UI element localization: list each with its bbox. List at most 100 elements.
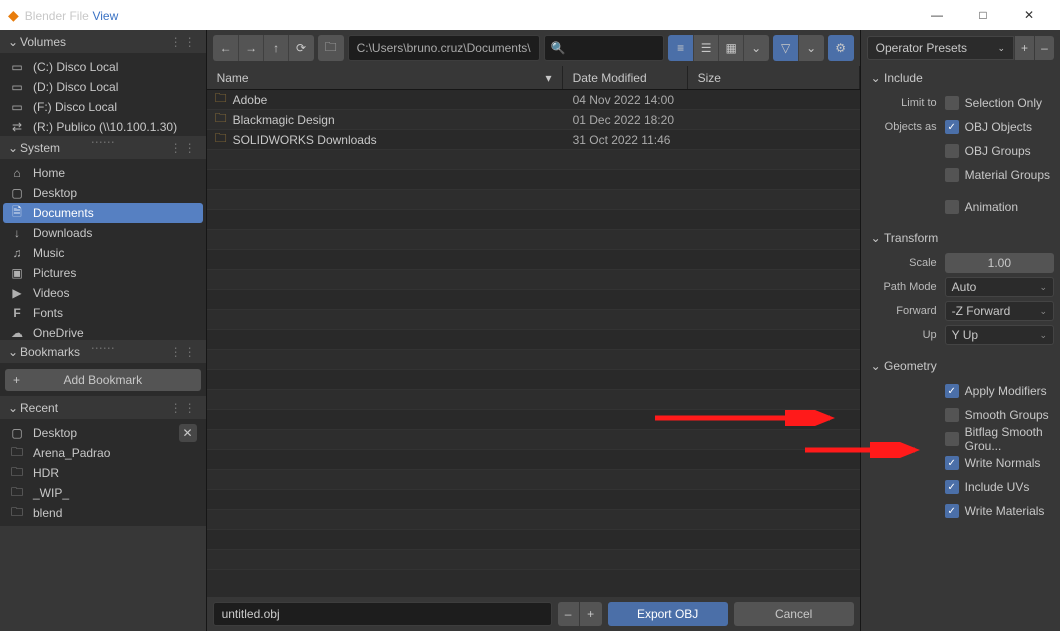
folder-icon: 🗀 bbox=[9, 443, 25, 464]
system-item-videos[interactable]: ▶Videos bbox=[3, 283, 203, 303]
system-item-downloads[interactable]: ↓Downloads bbox=[3, 223, 203, 243]
export-button[interactable]: Export OBJ bbox=[608, 602, 728, 626]
write-normals-checkbox[interactable] bbox=[945, 456, 959, 470]
include-header[interactable]: ⌄ Include bbox=[861, 66, 1060, 90]
forward-select[interactable]: -Z Forward⌄ bbox=[945, 301, 1054, 321]
minimize-button[interactable]: — bbox=[914, 0, 960, 30]
recent-item[interactable]: 🗀Arena_Padrao bbox=[3, 443, 203, 463]
grip-icon[interactable]: ⋮⋮ bbox=[170, 141, 198, 155]
search-input[interactable]: 🔍 bbox=[544, 35, 664, 61]
netdrive-icon: ⇄ bbox=[9, 120, 25, 134]
preset-add-button[interactable]: + bbox=[1014, 36, 1034, 60]
bookmarks-body: + Add Bookmark bbox=[0, 364, 206, 396]
include-uvs-checkbox[interactable] bbox=[945, 480, 959, 494]
cancel-button[interactable]: Cancel bbox=[734, 602, 854, 626]
settings-button[interactable]: ⚙ bbox=[828, 35, 854, 61]
nav-forward-button[interactable]: → bbox=[238, 35, 264, 61]
annotation-arrow bbox=[805, 442, 925, 458]
path-input[interactable]: C:\Users\bruno.cruz\Documents\ bbox=[348, 35, 540, 61]
transform-header[interactable]: ⌄ Transform bbox=[861, 226, 1060, 250]
column-date[interactable]: Date Modified bbox=[563, 66, 688, 89]
objects-as-label: Objects as bbox=[867, 121, 945, 133]
selection-only-checkbox[interactable] bbox=[945, 96, 959, 110]
file-row[interactable]: 🗀Adobe04 Nov 2022 14:00 bbox=[207, 90, 860, 110]
grip-icon[interactable]: ⋮⋮ bbox=[170, 35, 198, 49]
recent-item[interactable]: 🗀_WIP_ bbox=[3, 483, 203, 503]
recent-item[interactable]: ▢Desktop✕ bbox=[3, 423, 203, 443]
smooth-groups-checkbox[interactable] bbox=[945, 408, 959, 422]
recent-list: ▢Desktop✕ 🗀Arena_Padrao 🗀HDR 🗀_WIP_ 🗀ble… bbox=[0, 420, 206, 526]
geometry-header[interactable]: ⌄ Geometry bbox=[861, 354, 1060, 378]
chevron-down-icon: ⌄ bbox=[871, 231, 881, 245]
file-row[interactable]: 🗀Blackmagic Design01 Dec 2022 18:20 bbox=[207, 110, 860, 130]
folder-icon: 🗀 bbox=[9, 463, 25, 484]
increment-button[interactable]: + bbox=[580, 602, 602, 626]
selection-only-label: Selection Only bbox=[965, 96, 1042, 110]
decrement-button[interactable]: – bbox=[558, 602, 580, 626]
animation-checkbox[interactable] bbox=[945, 200, 959, 214]
transform-body: Scale1.00 Path ModeAuto⌄ Forward-Z Forwa… bbox=[861, 250, 1060, 354]
volume-item[interactable]: ⇄(R:) Publico (\\10.100.1.30) bbox=[3, 117, 203, 137]
annotation-arrow bbox=[655, 410, 840, 426]
view-list-button[interactable]: ≡ bbox=[668, 35, 694, 61]
system-item-home[interactable]: ⌂Home bbox=[3, 163, 203, 183]
system-item-music[interactable]: ♫Music bbox=[3, 243, 203, 263]
operator-presets-select[interactable]: Operator Presets⌄ bbox=[867, 36, 1014, 60]
file-row[interactable]: 🗀SOLIDWORKS Downloads31 Oct 2022 11:46 bbox=[207, 130, 860, 150]
filename-input[interactable]: untitled.obj bbox=[213, 602, 552, 626]
music-icon: ♫ bbox=[9, 246, 25, 260]
grip-icon[interactable]: ⋮⋮ bbox=[170, 345, 198, 359]
write-materials-label: Write Materials bbox=[965, 504, 1045, 518]
obj-objects-checkbox[interactable] bbox=[945, 120, 959, 134]
nav-up-button[interactable]: ↑ bbox=[263, 35, 289, 61]
grip-icon[interactable]: ⋮⋮ bbox=[170, 401, 198, 415]
path-mode-select[interactable]: Auto⌄ bbox=[945, 277, 1054, 297]
animation-label: Animation bbox=[965, 200, 1018, 214]
system-list: ⌂Home ▢Desktop 🗎Documents ↓Downloads ♫Mu… bbox=[0, 160, 206, 340]
volume-item[interactable]: ▭(F:) Disco Local bbox=[3, 97, 203, 117]
volume-item[interactable]: ▭(D:) Disco Local bbox=[3, 77, 203, 97]
system-item-pictures[interactable]: ▣Pictures bbox=[3, 263, 203, 283]
recent-item[interactable]: 🗀blend bbox=[3, 503, 203, 523]
preset-remove-button[interactable]: – bbox=[1034, 36, 1054, 60]
remove-recent-button[interactable]: ✕ bbox=[179, 424, 197, 442]
forward-label: Forward bbox=[867, 305, 945, 317]
add-bookmark-button[interactable]: + Add Bookmark bbox=[5, 369, 201, 391]
close-button[interactable]: ✕ bbox=[1006, 0, 1052, 30]
folder-icon: 🗀 bbox=[215, 89, 227, 110]
column-size[interactable]: Size bbox=[688, 66, 860, 89]
file-toolbar: ← → ↑ ⟳ 🗀 C:\Users\bruno.cruz\Documents\… bbox=[207, 30, 860, 66]
volume-item[interactable]: ▭(C:) Disco Local bbox=[3, 57, 203, 77]
write-materials-checkbox[interactable] bbox=[945, 504, 959, 518]
view-mode-toggle: ≡ ☰ ▦ ⌄ bbox=[668, 35, 769, 61]
up-select[interactable]: Y Up⌄ bbox=[945, 325, 1054, 345]
system-item-desktop[interactable]: ▢Desktop bbox=[3, 183, 203, 203]
folder-icon: 🗀 bbox=[9, 503, 25, 524]
search-icon: 🔍 bbox=[551, 41, 566, 55]
refresh-button[interactable]: ⟳ bbox=[288, 35, 314, 61]
filter-dropdown-button[interactable]: ⌄ bbox=[798, 35, 824, 61]
view-grid-button[interactable]: ▦ bbox=[718, 35, 744, 61]
chevron-down-icon: ⌄ bbox=[871, 359, 881, 373]
recent-header[interactable]: ⌄ Recent ⋮⋮ bbox=[0, 396, 206, 420]
system-item-documents[interactable]: 🗎Documents bbox=[3, 203, 203, 223]
drive-icon: ▭ bbox=[9, 80, 25, 94]
bitflag-label: Bitflag Smooth Grou... bbox=[965, 425, 1054, 453]
maximize-button[interactable]: □ bbox=[960, 0, 1006, 30]
new-directory-button[interactable]: 🗀 bbox=[318, 35, 344, 61]
documents-icon: 🗎 bbox=[9, 203, 25, 224]
view-dropdown-button[interactable]: ⌄ bbox=[743, 35, 769, 61]
smooth-groups-label: Smooth Groups bbox=[965, 408, 1049, 422]
volumes-header[interactable]: ⌄ Volumes ⋮⋮ bbox=[0, 30, 206, 54]
apply-modifiers-checkbox[interactable] bbox=[945, 384, 959, 398]
filter-button[interactable]: ▽ bbox=[773, 35, 799, 61]
view-detail-button[interactable]: ☰ bbox=[693, 35, 719, 61]
scale-input[interactable]: 1.00 bbox=[945, 253, 1054, 273]
bitflag-checkbox[interactable] bbox=[945, 432, 959, 446]
material-groups-checkbox[interactable] bbox=[945, 168, 959, 182]
system-item-fonts[interactable]: FFonts bbox=[3, 303, 203, 323]
obj-groups-checkbox[interactable] bbox=[945, 144, 959, 158]
nav-back-button[interactable]: ← bbox=[213, 35, 239, 61]
recent-item[interactable]: 🗀HDR bbox=[3, 463, 203, 483]
column-name[interactable]: Name▾ bbox=[207, 66, 563, 89]
